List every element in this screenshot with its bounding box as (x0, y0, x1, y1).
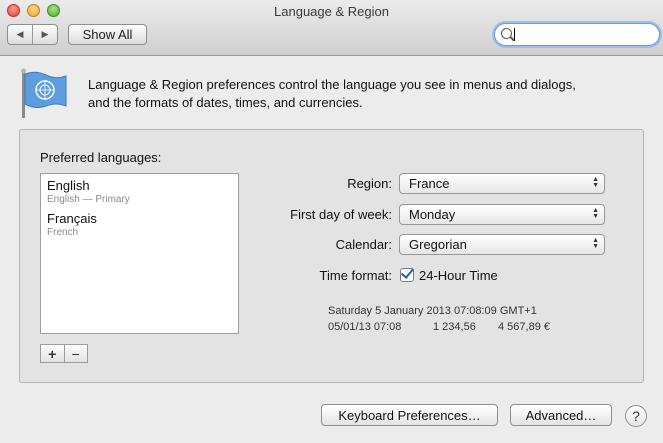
preferred-languages-list[interactable]: English English — Primary Français Frenc… (40, 173, 239, 334)
time-format-label: Time format: (319, 268, 392, 283)
popup-arrows-icon: ▲ ▼ (592, 237, 599, 250)
search-input[interactable] (515, 26, 651, 42)
search-icon (501, 28, 512, 39)
language-subtitle: English — Primary (47, 194, 130, 205)
list-item[interactable]: English English — Primary (41, 174, 238, 207)
back-arrow-icon[interactable]: ◀ (8, 25, 33, 44)
show-all-button[interactable]: Show All (68, 24, 147, 45)
region-label: Region: (347, 176, 392, 191)
preferred-languages-label: Preferred languages: (40, 150, 162, 165)
first-day-of-week-popup[interactable]: Monday ▲ ▼ (399, 204, 605, 225)
first-day-of-week-label: First day of week: (290, 207, 392, 222)
language-subtitle: French (47, 227, 79, 238)
sample-number: 1 234,56 (433, 321, 476, 333)
sample-date-short: 05/01/13 07:08 (328, 321, 402, 333)
popup-arrows-icon: ▲ ▼ (592, 176, 599, 189)
back-forward-control: ◀ ▶ (7, 24, 58, 45)
first-day-of-week-value: Monday (409, 207, 456, 222)
calendar-value: Gregorian (409, 237, 467, 252)
description-line-1: Language & Region preferences control th… (88, 77, 576, 92)
24-hour-time-checkbox[interactable] (400, 268, 414, 282)
sample-date-long: Saturday 5 January 2013 07:08:09 GMT+1 (328, 305, 537, 317)
language-name: English (47, 178, 90, 193)
sample-currency: 4 567,89 € (498, 321, 550, 333)
description-text: Language & Region preferences control th… (88, 76, 648, 112)
language-name: Français (47, 211, 97, 226)
text-caret (514, 28, 515, 41)
calendar-label: Calendar: (335, 237, 392, 252)
remove-language-button[interactable]: − (65, 345, 88, 362)
title-bar: Language & Region ◀ ▶ Show All (0, 0, 663, 56)
list-item[interactable]: Français French (41, 207, 238, 240)
un-flag-icon (21, 68, 67, 118)
search-field[interactable] (494, 23, 660, 46)
keyboard-preferences-button[interactable]: Keyboard Preferences… (321, 404, 498, 426)
region-popup[interactable]: France ▲ ▼ (399, 173, 605, 194)
add-language-button[interactable]: + (41, 345, 65, 362)
help-button[interactable]: ? (625, 405, 647, 427)
add-remove-control: + − (40, 344, 88, 363)
popup-arrows-icon: ▲ ▼ (592, 207, 599, 220)
description-line-2: and the formats of dates, times, and cur… (88, 95, 363, 110)
calendar-popup[interactable]: Gregorian ▲ ▼ (399, 234, 605, 255)
24-hour-time-label[interactable]: 24-Hour Time (419, 268, 498, 283)
advanced-button[interactable]: Advanced… (510, 404, 612, 426)
region-value: France (409, 176, 450, 191)
window-title: Language & Region (274, 4, 389, 19)
forward-arrow-icon[interactable]: ▶ (33, 25, 57, 44)
